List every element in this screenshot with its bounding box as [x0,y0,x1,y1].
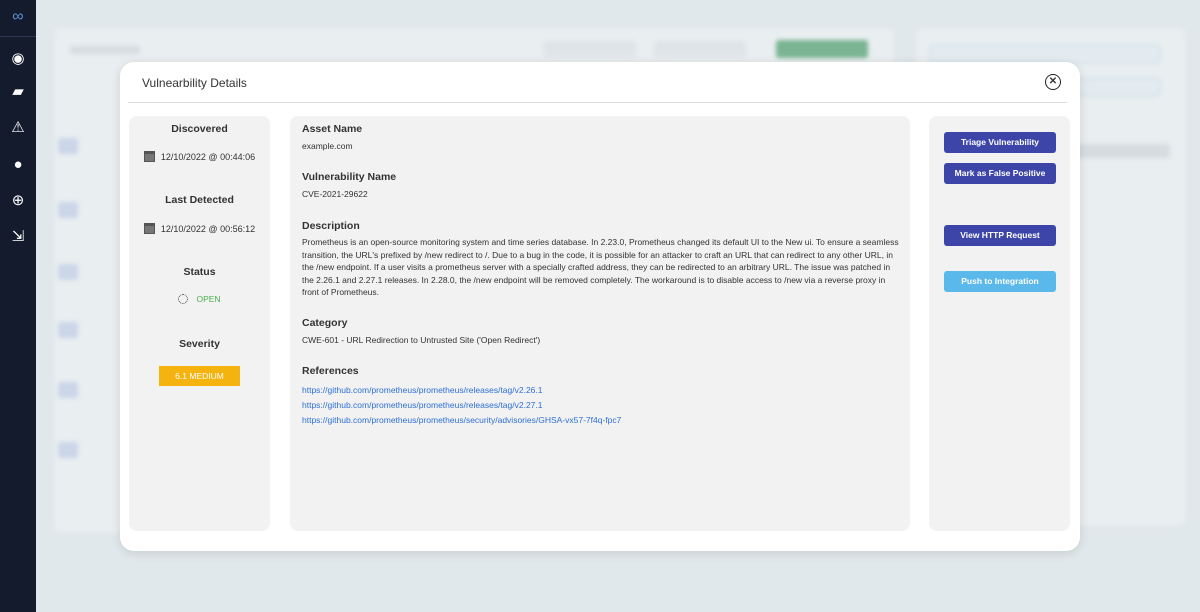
description-text: Prometheus is an open-source monitoring … [302,237,899,297]
reference-link[interactable]: https://github.com/prometheus/prometheus… [302,400,543,410]
modal-title: Vulnearbility Details [142,76,247,90]
calendar-icon [143,151,155,162]
triage-vulnerability-button[interactable]: Triage Vulnerability [944,132,1056,153]
status-value: OPEN [129,294,270,304]
discovered-value: 12/10/2022 @ 00:44:06 [129,151,270,162]
description-label: Description [302,220,360,232]
references-label: References [302,365,359,377]
asset-name-value: example.com [302,141,353,151]
sidebar-divider [0,36,36,37]
user-icon[interactable]: ● [9,156,27,174]
warning-icon[interactable]: ⚠ [9,119,27,137]
mark-false-positive-button[interactable]: Mark as False Positive [944,163,1056,184]
export-icon[interactable]: ⇲ [9,228,27,246]
header-divider [128,102,1067,103]
sidebar: ∞ ◉ ▰ ⚠ ● ⊕ ⇲ [0,0,36,612]
vulnerability-name-label: Vulnerability Name [302,171,397,183]
discovered-label: Discovered [171,123,228,135]
globe-icon[interactable]: ◉ [9,50,27,68]
crosshair-icon[interactable]: ⊕ [9,192,27,210]
last-detected-label: Last Detected [165,194,234,206]
logo-icon: ∞ [12,8,24,25]
view-http-request-button[interactable]: View HTTP Request [944,225,1056,246]
reference-link[interactable]: https://github.com/prometheus/prometheus… [302,385,543,395]
folder-alert-icon[interactable]: ▰ [9,83,27,101]
severity-badge: 6.1 MEDIUM [159,366,240,386]
spinner-icon [178,294,189,304]
close-icon[interactable]: ✕ [1045,74,1061,90]
asset-name-label: Asset Name [302,123,363,135]
reference-link[interactable]: https://github.com/prometheus/prometheus… [302,415,621,425]
status-label: Status [183,266,216,278]
summary-panel: Discovered 12/10/2022 @ 00:44:06 Last De… [129,116,270,531]
category-label: Category [302,317,348,329]
calendar-icon [143,223,155,234]
details-panel: Asset Name example.com Vulnerability Nam… [290,116,910,531]
vulnerability-name-value: CVE-2021-29622 [302,189,368,199]
vulnerability-details-modal: Vulnearbility Details ✕ Discovered 12/10… [120,62,1080,551]
actions-panel: Triage Vulnerability Mark as False Posit… [929,116,1070,531]
category-value: CWE-601 - URL Redirection to Untrusted S… [302,335,541,345]
severity-label: Severity [179,338,220,350]
last-detected-value: 12/10/2022 @ 00:56:12 [129,223,270,234]
push-to-integration-button[interactable]: Push to Integration [944,271,1056,292]
